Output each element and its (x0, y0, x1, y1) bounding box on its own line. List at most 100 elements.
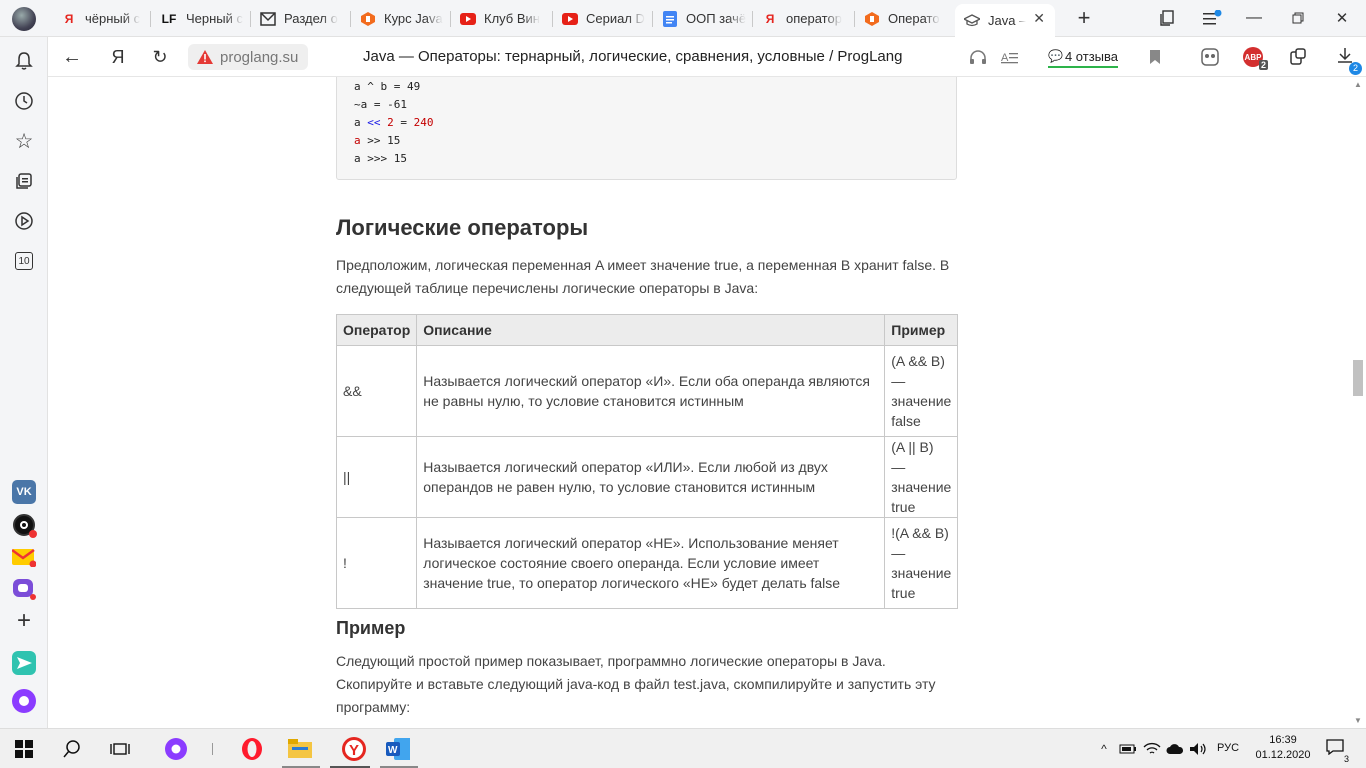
wifi-icon[interactable] (1140, 737, 1164, 761)
restore-icon[interactable] (1286, 6, 1310, 30)
tab-6[interactable]: ООП зачё (653, 4, 751, 33)
clock[interactable]: 16:39 01.12.2020 (1253, 733, 1313, 763)
table-row: ! Называется логический оператор «НЕ». И… (335, 517, 959, 609)
yandex-favicon-icon: Я (765, 11, 775, 26)
avatar-icon (12, 6, 36, 31)
opera-icon[interactable] (240, 737, 264, 761)
bookmarks-star-icon[interactable]: ☆ (12, 129, 36, 153)
video-play-icon[interactable] (12, 209, 36, 233)
section-intro: Предположим, логическая переменная A име… (336, 257, 950, 296)
tab-3[interactable]: Курс Java (351, 4, 449, 33)
description-cell: Называется логический оператор «НЕ». Исп… (416, 517, 886, 609)
collections-icon[interactable] (12, 169, 36, 193)
url-bar[interactable]: proglang.su (188, 44, 308, 70)
comment-icon: 💬 (1048, 49, 1063, 63)
example-text: Следующий простой пример показывает, про… (336, 653, 936, 715)
table-row: && Называется логический оператор «И». Е… (335, 345, 959, 437)
downloads-icon[interactable]: 2 (1333, 45, 1362, 75)
send-app-icon[interactable] (12, 651, 36, 675)
tab-8[interactable]: Операто (855, 4, 953, 33)
back-arrow-icon[interactable]: ← (60, 45, 84, 69)
left-sidebar: ☆ 10 VK + (0, 37, 48, 728)
tab-collections-icon[interactable] (1155, 6, 1179, 30)
vk-icon[interactable]: VK (12, 480, 36, 504)
bell-icon[interactable] (12, 49, 36, 73)
tab-2[interactable]: Раздел о (251, 4, 349, 33)
close-window-icon[interactable]: ✕ (1330, 6, 1354, 30)
yandex-browser-taskbar-icon[interactable]: Y (338, 733, 370, 765)
yandex-home-icon[interactable]: Я (106, 45, 130, 69)
counter-icon[interactable]: 10 (12, 249, 36, 273)
page-content: a ^ b = 49 ~a = -61 a << 2 = 240 a >> 15… (48, 77, 1350, 728)
music-player-icon[interactable] (12, 513, 37, 538)
browser-toolbar: ← Я ↻ proglang.su Java — Операторы: терн… (48, 37, 1366, 77)
code-block: a ^ b = 49 ~a = -61 a << 2 = 240 a >> 15… (336, 77, 957, 180)
volume-icon[interactable] (1186, 737, 1210, 761)
word-icon[interactable]: W (386, 737, 410, 761)
menu-icon[interactable] (1200, 6, 1224, 30)
table-header: Оператор (335, 314, 418, 346)
extension-owl-icon[interactable] (1198, 45, 1222, 69)
tab-0[interactable]: Ячёрный с (52, 4, 150, 33)
graduation-cap-icon (964, 13, 980, 29)
alice-assistant-icon[interactable] (12, 689, 36, 713)
bookmark-icon[interactable] (1143, 45, 1167, 69)
tab-4[interactable]: Клуб Вин (451, 4, 551, 33)
reload-icon[interactable]: ↻ (148, 45, 172, 69)
tab-bar: Ячёрный с LF Черный с Раздел о Курс Java … (0, 0, 1366, 37)
reader-mode-icon[interactable]: A (998, 45, 1022, 69)
lf-favicon-icon: LF (161, 11, 177, 26)
adblock-icon[interactable]: ABP 2 (1241, 45, 1268, 70)
history-clock-icon[interactable] (12, 89, 36, 113)
page-scrollbar[interactable]: ▲ ▼ (1350, 77, 1366, 728)
minimize-icon[interactable]: — (1242, 6, 1266, 30)
code-line-1: a ^ b = 49 (354, 80, 421, 93)
section-heading: Логические операторы (336, 215, 589, 240)
mail-icon[interactable] (12, 545, 36, 569)
language-indicator[interactable]: РУС (1217, 742, 1239, 754)
example-cell: (A && B) — значение false (884, 345, 959, 437)
tab-7[interactable]: Яоператор (753, 4, 853, 33)
windows-taskbar: Y W ^ РУС 16:39 01.12.2020 3 (0, 728, 1366, 768)
youtube-favicon-icon (460, 11, 476, 27)
headphones-icon[interactable] (966, 45, 990, 69)
show-hidden-icons-icon[interactable]: ^ (1092, 737, 1116, 761)
messenger-icon[interactable] (12, 577, 36, 601)
description-cell: Называется логический оператор «И». Если… (416, 345, 886, 437)
operator-cell: && (335, 345, 418, 437)
warning-icon (197, 50, 213, 64)
example-cell: (A || B) — значение true (884, 436, 959, 518)
tab-5[interactable]: Сериал D (553, 4, 651, 33)
battery-icon[interactable] (1116, 737, 1140, 761)
scroll-down-icon[interactable]: ▼ (1354, 716, 1362, 725)
operator-cell: || (335, 436, 418, 518)
reviews-button[interactable]: 💬 4 отзыва (1048, 44, 1118, 68)
hexlet-favicon-icon (864, 11, 880, 27)
scroll-up-icon[interactable]: ▲ (1354, 80, 1362, 89)
new-tab-icon[interactable]: + (1072, 5, 1096, 30)
yandex-favicon-icon: Я (64, 11, 74, 26)
close-tab-icon[interactable]: ✕ (1033, 10, 1045, 27)
code-line-2: ~a = -61 (354, 98, 407, 111)
svg-text:W: W (388, 745, 398, 756)
youtube-favicon-icon (562, 11, 578, 27)
onedrive-cloud-icon[interactable] (1163, 737, 1187, 761)
search-icon[interactable] (60, 737, 84, 761)
notifications-icon[interactable]: 3 (1323, 737, 1349, 764)
code-line-5: a >>> 15 (354, 152, 407, 165)
page-title: Java — Операторы: тернарный, логические,… (363, 48, 903, 65)
gmail-favicon-icon (260, 11, 276, 27)
add-panel-icon[interactable]: + (12, 607, 36, 634)
alice-taskbar-icon[interactable] (164, 737, 188, 761)
windows-start-icon[interactable] (12, 737, 36, 761)
extensions-puzzle-icon[interactable] (1286, 45, 1310, 69)
scrollbar-thumb[interactable] (1353, 360, 1363, 396)
tab-9-active[interactable]: Java — ✕ (955, 4, 1055, 37)
code-line-4: a >> 15 (354, 134, 401, 147)
task-view-icon[interactable] (108, 737, 132, 761)
svg-text:Y: Y (349, 742, 359, 759)
tab-1[interactable]: LF Черный с (151, 4, 249, 33)
file-explorer-icon[interactable] (288, 737, 312, 761)
profile-avatar[interactable] (0, 4, 48, 33)
table-header-row: Оператор Описание Пример (335, 314, 959, 346)
